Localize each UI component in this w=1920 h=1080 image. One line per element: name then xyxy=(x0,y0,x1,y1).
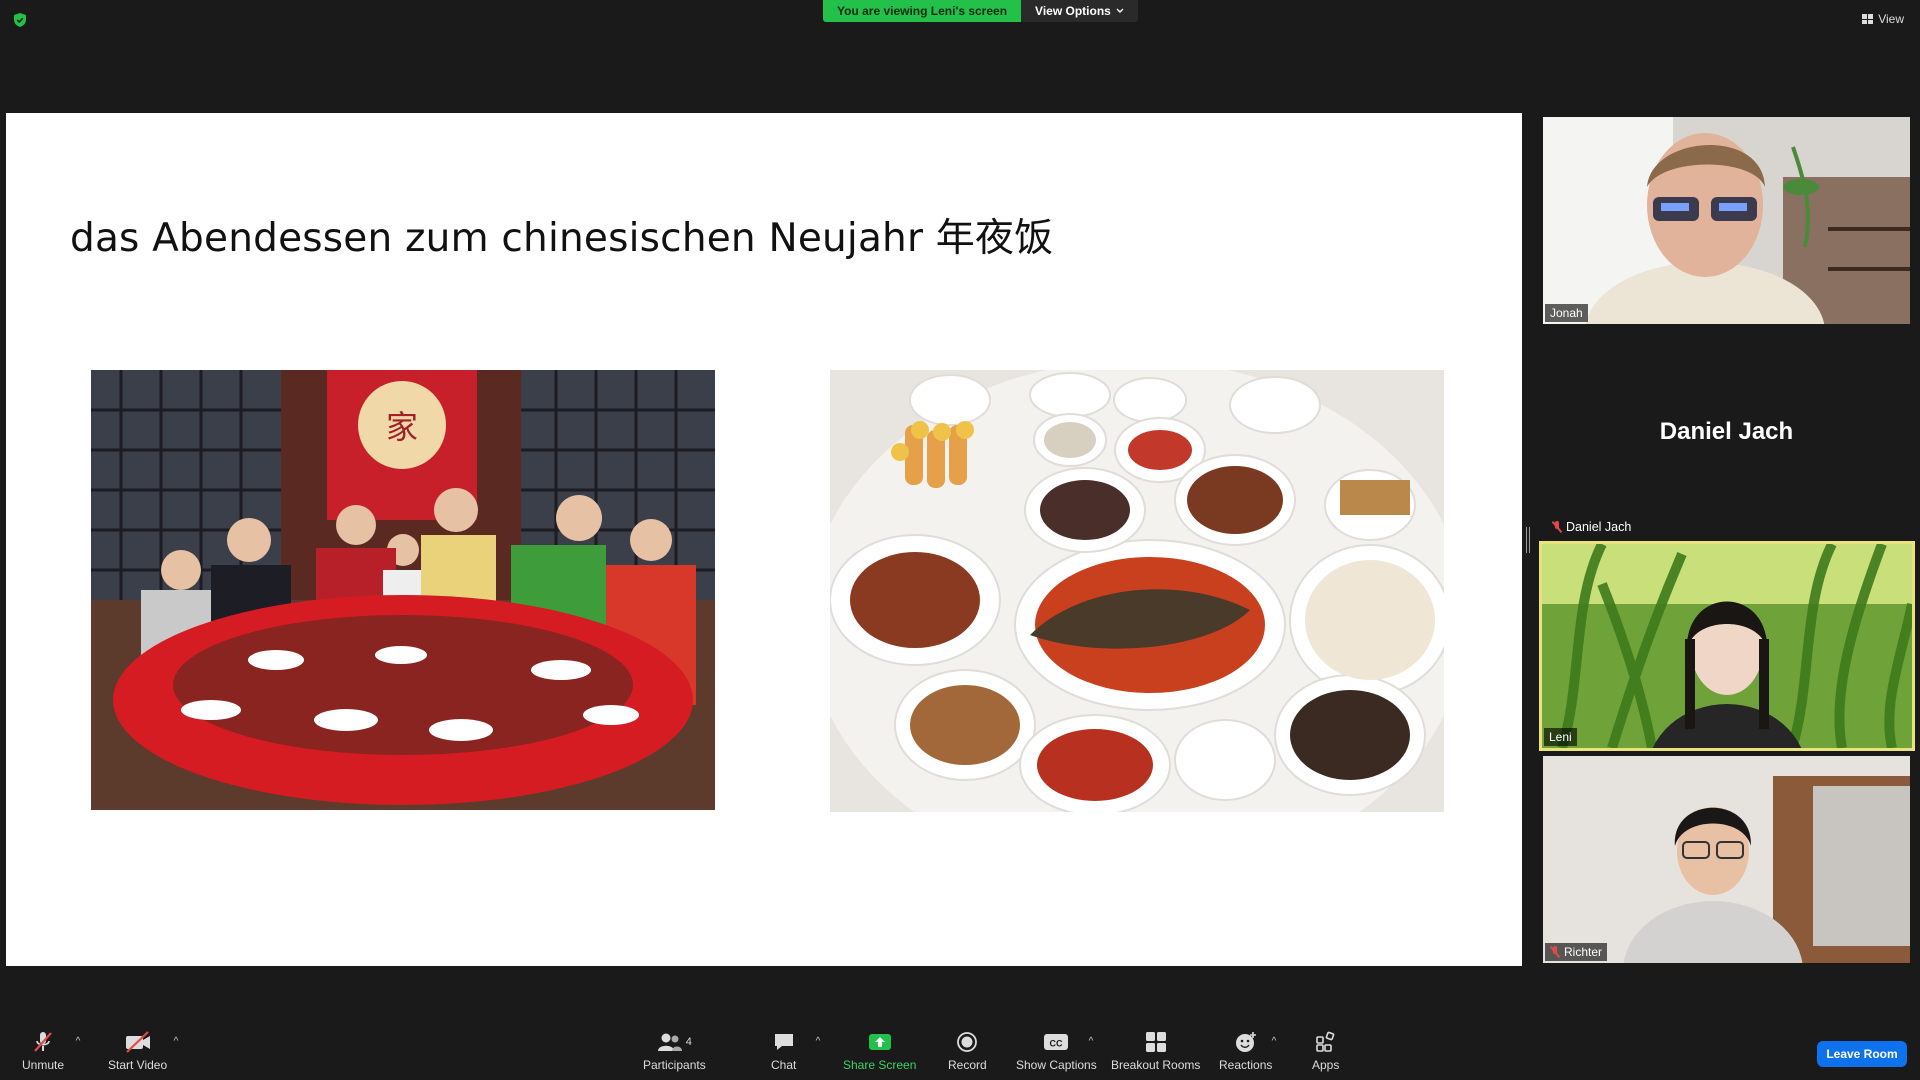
record-icon xyxy=(956,1030,978,1054)
captions-options-caret[interactable]: ^ xyxy=(1084,1036,1098,1047)
video-options-caret[interactable]: ^ xyxy=(169,1036,183,1047)
name-tag-daniel-jach: Daniel Jach xyxy=(1547,518,1636,536)
name-tag-jonah: Jonah xyxy=(1545,304,1588,322)
slide-title: das Abendessen zum chinesischen Neujahr … xyxy=(70,216,1054,261)
video-off-icon xyxy=(124,1030,152,1054)
video-tile-daniel-jach[interactable]: Daniel Jach Daniel Jach xyxy=(1543,336,1910,536)
shield-icon[interactable] xyxy=(12,12,28,28)
view-options-label: View Options xyxy=(1035,4,1111,18)
view-button[interactable]: View xyxy=(1862,12,1904,26)
view-options-button[interactable]: View Options xyxy=(1021,0,1138,22)
participant-name: Leni xyxy=(1549,730,1572,744)
apps-button[interactable]: Apps xyxy=(1312,1030,1339,1072)
participant-name: Daniel Jach xyxy=(1566,520,1632,534)
zoom-meeting-window: You are viewing Leni's screen View Optio… xyxy=(0,0,1920,1080)
share-screen-icon xyxy=(868,1030,892,1054)
unmute-label: Unmute xyxy=(22,1058,65,1072)
new-year-dishes-photo xyxy=(830,370,1444,812)
gallery-resize-handle[interactable] xyxy=(1525,527,1531,553)
chat-label: Chat xyxy=(771,1058,797,1072)
chat-icon xyxy=(773,1030,795,1054)
show-captions-label: Show Captions xyxy=(1016,1058,1097,1072)
participants-icon: 4 xyxy=(657,1030,692,1054)
apps-label: Apps xyxy=(1312,1058,1340,1072)
leave-room-button[interactable]: Leave Room xyxy=(1817,1041,1907,1067)
audio-options-caret[interactable]: ^ xyxy=(71,1036,85,1047)
name-tag-richter: Richter xyxy=(1545,943,1608,961)
viewing-banner: You are viewing Leni's screen View Optio… xyxy=(823,0,1138,22)
captions-icon: CC xyxy=(1043,1030,1069,1054)
apps-icon xyxy=(1315,1030,1337,1054)
unmute-button[interactable]: Unmute xyxy=(22,1030,64,1072)
viewing-screen-label: You are viewing Leni's screen xyxy=(823,0,1022,22)
mic-off-icon xyxy=(1552,521,1562,533)
participant-name: Richter xyxy=(1564,945,1603,959)
chat-options-caret[interactable]: ^ xyxy=(811,1036,825,1047)
reactions-button[interactable]: Reactions xyxy=(1219,1030,1272,1072)
top-bar: You are viewing Leni's screen View Optio… xyxy=(0,0,1920,28)
participant-name: Jonah xyxy=(1550,306,1583,320)
participants-label: Participants xyxy=(643,1058,706,1072)
share-screen-label: Share Screen xyxy=(843,1058,917,1072)
mic-off-icon xyxy=(1550,946,1560,958)
meeting-toolbar: Unmute ^ Start Video ^ 4 Participants Ch… xyxy=(0,1020,1920,1080)
name-tag-leni: Leni xyxy=(1544,728,1577,746)
video-tile-jonah[interactable]: Jonah xyxy=(1543,117,1910,324)
grid-view-icon xyxy=(1862,14,1874,24)
cc-glyph: CC xyxy=(1050,1039,1063,1049)
shared-screen[interactable]: das Abendessen zum chinesischen Neujahr … xyxy=(6,113,1522,966)
share-screen-button[interactable]: Share Screen xyxy=(843,1030,916,1072)
svg-text:家: 家 xyxy=(386,408,418,446)
mic-off-icon xyxy=(31,1030,55,1054)
start-video-button[interactable]: Start Video xyxy=(108,1030,167,1072)
breakout-rooms-button[interactable]: Breakout Rooms xyxy=(1111,1030,1200,1072)
participants-count: 4 xyxy=(685,1036,692,1048)
breakout-rooms-icon xyxy=(1145,1030,1167,1054)
chat-button[interactable]: Chat xyxy=(771,1030,796,1072)
record-label: Record xyxy=(948,1058,987,1072)
video-tile-leni[interactable]: Leni xyxy=(1539,541,1915,751)
reactions-label: Reactions xyxy=(1219,1058,1273,1072)
reactions-options-caret[interactable]: ^ xyxy=(1267,1036,1281,1047)
participants-button[interactable]: 4 Participants xyxy=(643,1030,706,1072)
video-tile-richter[interactable]: Richter xyxy=(1543,756,1910,963)
reactions-icon xyxy=(1234,1030,1258,1054)
participant-display-name: Daniel Jach xyxy=(1659,418,1794,445)
view-label: View xyxy=(1878,12,1904,26)
family-dinner-photo: 家 xyxy=(91,370,715,810)
chevron-down-icon xyxy=(1116,8,1124,13)
start-video-label: Start Video xyxy=(108,1058,168,1072)
record-button[interactable]: Record xyxy=(948,1030,987,1072)
breakout-rooms-label: Breakout Rooms xyxy=(1111,1058,1201,1072)
